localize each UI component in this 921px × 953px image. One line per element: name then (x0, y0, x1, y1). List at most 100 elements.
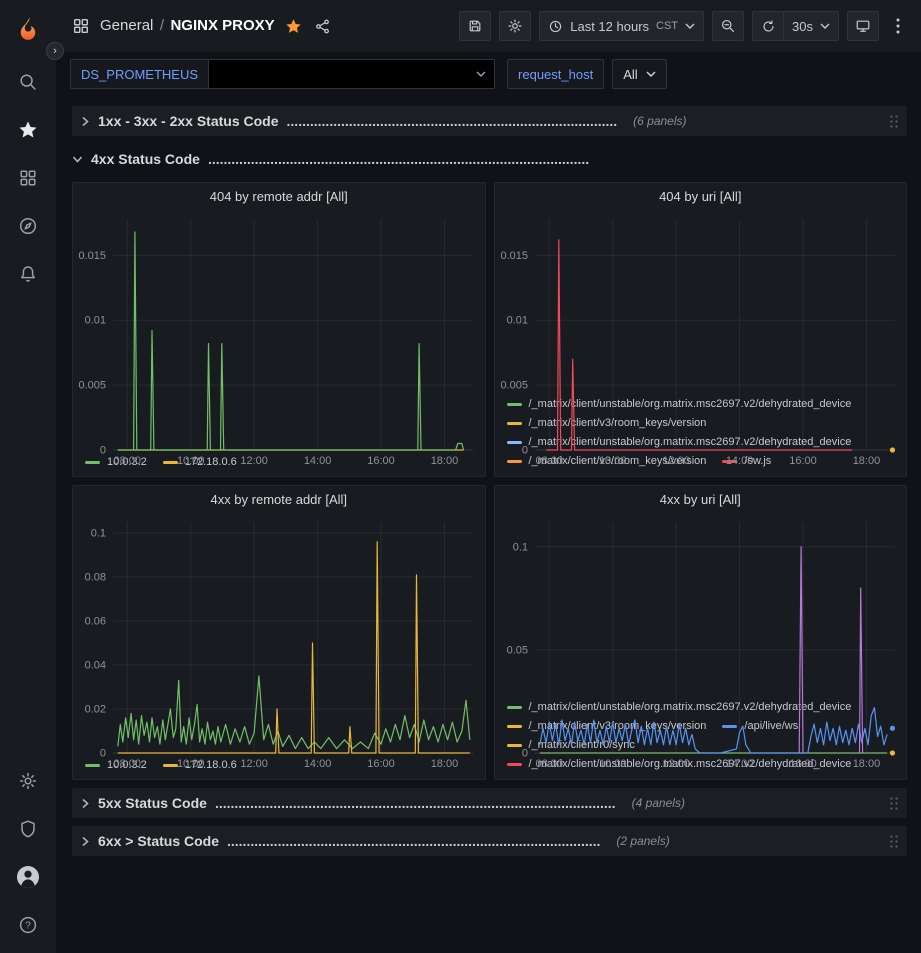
favorite-star-button[interactable] (283, 16, 304, 37)
breadcrumb-folder[interactable]: General (100, 17, 153, 34)
grafana-flame-icon (14, 15, 42, 43)
refresh-button[interactable] (752, 11, 784, 41)
svg-text:12:00: 12:00 (662, 758, 690, 770)
svg-text:16:00: 16:00 (367, 758, 395, 770)
svg-text:10:00: 10:00 (177, 758, 205, 770)
panel-grid: 404 by remote addr [All] 08:0010:0012:00… (72, 182, 907, 780)
sidebar-item-server-admin[interactable] (0, 805, 56, 853)
row-title-dots: ........................................… (287, 113, 618, 129)
gear-icon (18, 771, 38, 791)
variable-datasource: DS_PROMETHEUS (70, 59, 495, 89)
sidebar-expand-toggle[interactable]: › (46, 42, 64, 60)
monitor-icon (855, 18, 871, 34)
chevron-right-icon (80, 116, 90, 127)
row-expand-button[interactable]: 6xx > Status Code ......................… (80, 833, 879, 849)
svg-text:?: ? (25, 921, 31, 932)
timeseries-chart: 08:0010:0012:0014:0016:0018:0000.0050.01… (73, 211, 485, 452)
sidebar-item-search[interactable] (0, 58, 56, 106)
help-icon: ? (18, 915, 38, 935)
svg-text:08:00: 08:00 (114, 758, 142, 770)
svg-text:0.1: 0.1 (512, 541, 527, 553)
svg-text:12:00: 12:00 (662, 455, 690, 467)
sidebar-item-dashboards[interactable] (0, 154, 56, 202)
request-host-value-text: All (623, 67, 637, 82)
refresh-interval-dropdown[interactable]: 30s (784, 11, 839, 41)
search-icon (18, 72, 38, 92)
time-range-picker[interactable]: Last 12 hours CST (539, 11, 704, 41)
svg-text:12:00: 12:00 (240, 455, 268, 467)
row-title: 1xx - 3xx - 2xx Status Code (98, 113, 279, 129)
row-drag-handle[interactable] (889, 114, 899, 129)
variable-request-host-value[interactable]: All (612, 59, 666, 89)
shield-icon (18, 819, 38, 839)
svg-text:08:00: 08:00 (535, 455, 563, 467)
svg-text:16:00: 16:00 (789, 758, 817, 770)
row-4xx: 4xx Status Code ........................… (72, 144, 907, 174)
panel-4xx-by-remote-addr: 4xx by remote addr [All] 08:00 10:00 12:00… (72, 485, 486, 780)
row-drag-handle[interactable] (889, 834, 899, 849)
sidebar-item-configuration[interactable] (0, 757, 56, 805)
svg-text:0: 0 (521, 748, 527, 760)
navbar-right: Last 12 hours CST 30 (459, 11, 909, 41)
dashboard-content: 1xx - 3xx - 2xx Status Code ............… (56, 96, 921, 953)
svg-text:18:00: 18:00 (852, 758, 880, 770)
panel-title[interactable]: 4xx by remote addr [All] (73, 486, 485, 514)
navbar-left: General / NGINX PROXY (70, 15, 333, 37)
chevron-right-icon (80, 836, 90, 847)
chevron-down-icon (476, 71, 486, 77)
save-icon (467, 18, 483, 34)
chevron-right-icon (80, 798, 90, 809)
panel-title[interactable]: 4xx by uri [All] (495, 486, 907, 514)
save-dashboard-button[interactable] (459, 11, 491, 41)
variables-bar: DS_PROMETHEUS request_host All (56, 52, 921, 96)
cycle-view-button[interactable] (847, 11, 879, 41)
variable-datasource-label[interactable]: DS_PROMETHEUS (70, 59, 209, 89)
svg-text:10:00: 10:00 (598, 758, 626, 770)
variable-request-host: request_host All (507, 59, 667, 89)
sidebar: › (0, 0, 56, 953)
variable-datasource-value[interactable] (209, 59, 495, 89)
row-title-dots: ........................................… (208, 151, 589, 167)
timeseries-chart: 08:0010:0012:0014:0016:0018:0000.0050.01… (495, 211, 907, 394)
zoom-out-button[interactable] (712, 11, 744, 41)
svg-text:0.08: 0.08 (85, 572, 106, 584)
row-expand-button[interactable]: 1xx - 3xx - 2xx Status Code ............… (80, 113, 879, 129)
sidebar-bottom: ? (0, 757, 56, 953)
variable-request-host-label[interactable]: request_host (507, 59, 604, 89)
row-5xx: 5xx Status Code ........................… (72, 788, 907, 818)
row-title-dots: ........................................… (227, 833, 600, 849)
row-drag-handle[interactable] (889, 796, 899, 811)
row-title: 6xx > Status Code (98, 833, 219, 849)
row-expand-button[interactable]: 5xx Status Code ........................… (80, 795, 879, 811)
svg-text:12:00: 12:00 (240, 758, 268, 770)
sidebar-item-alerting[interactable] (0, 250, 56, 298)
dashboard-settings-button[interactable] (499, 11, 531, 41)
panel-404-by-uri: 404 by uri [All] 08:0010:0012:0014:0016:… (494, 182, 908, 477)
panel-4xx-by-uri: 4xx by uri [All] 08:0010:0012:0014:0016:… (494, 485, 908, 780)
timeseries-chart: 08:0010:0012:0014:0016:0018:0000.050.1 (495, 514, 907, 697)
row-panel-count: (2 panels) (616, 834, 669, 848)
sidebar-item-help[interactable]: ? (0, 901, 56, 949)
row-6xx: 6xx > Status Code ......................… (72, 826, 907, 856)
svg-text:18:00: 18:00 (431, 758, 459, 770)
bell-icon (18, 264, 38, 284)
svg-text:14:00: 14:00 (725, 758, 753, 770)
refresh-icon (761, 19, 776, 34)
svg-text:16:00: 16:00 (367, 455, 395, 467)
panel-title[interactable]: 404 by uri [All] (495, 183, 907, 211)
sidebar-item-starred[interactable] (0, 106, 56, 154)
svg-text:0.05: 0.05 (506, 644, 527, 656)
svg-text:0.06: 0.06 (85, 616, 106, 628)
share-dashboard-button[interactable] (312, 16, 333, 37)
row-title: 4xx Status Code (91, 151, 200, 167)
sidebar-item-explore[interactable] (0, 202, 56, 250)
kebab-icon (896, 18, 900, 34)
more-options-button[interactable] (887, 11, 909, 41)
breadcrumb: General / NGINX PROXY (100, 17, 275, 35)
sidebar-item-profile[interactable] (0, 853, 56, 901)
panel-title[interactable]: 404 by remote addr [All] (73, 183, 485, 211)
row-collapse-button[interactable]: 4xx Status Code ........................… (72, 151, 907, 167)
breadcrumb-separator: / (160, 17, 164, 34)
dashboard-apps-button[interactable] (70, 15, 92, 37)
svg-text:0.015: 0.015 (78, 250, 106, 262)
